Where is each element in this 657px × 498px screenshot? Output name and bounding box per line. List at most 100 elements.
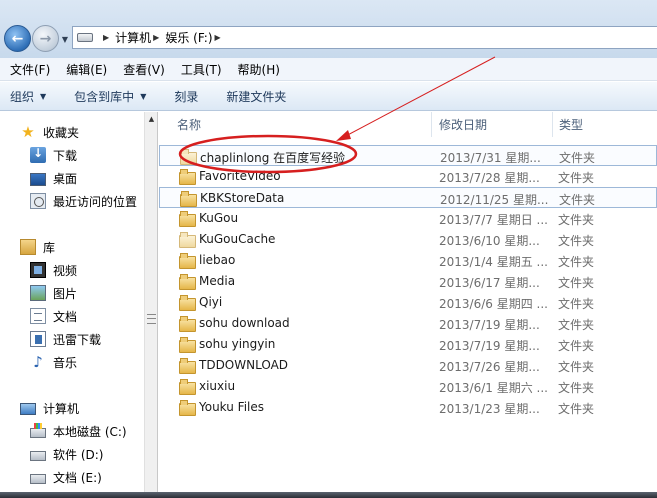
breadcrumb-chevron-icon[interactable]: ▶	[153, 33, 159, 42]
file-row[interactable]: xiuxiu 2013/6/1 星期六 ... 文件夹	[159, 376, 657, 397]
scroll-up-arrow-icon[interactable]: ▲	[146, 114, 157, 125]
file-type: 文件夹	[558, 234, 595, 248]
nav-computer[interactable]: 计算机	[20, 397, 79, 419]
drive-icon	[77, 33, 93, 42]
file-date: 2013/7/31 星期...	[440, 151, 541, 165]
nav-item-label: 迅雷下载	[53, 332, 102, 347]
folder-icon	[179, 274, 196, 290]
include-in-library-button[interactable]: 包含到库中 ▼	[74, 88, 146, 105]
system-drive-icon	[30, 423, 46, 438]
nav-item-drive-e[interactable]: 文档 (E:)	[30, 466, 102, 488]
folder-icon	[179, 211, 196, 227]
file-row[interactable]: KBKStoreData 2012/11/25 星期... 文件夹	[159, 187, 657, 208]
file-type: 文件夹	[558, 360, 595, 374]
breadcrumb-chevron-icon[interactable]: ▶	[103, 33, 109, 42]
file-date: 2013/7/19 星期...	[439, 318, 540, 332]
address-box[interactable]: ▶ 计算机 ▶ 娱乐 (F:) ▶	[72, 26, 657, 49]
folder-icon	[179, 253, 196, 269]
nav-item-drive-c[interactable]: 本地磁盘 (C:)	[30, 420, 127, 442]
organize-button[interactable]: 组织 ▼	[10, 88, 46, 105]
star-icon: ★	[21, 123, 35, 141]
file-name: FavoriteVideo	[199, 169, 281, 183]
back-arrow-icon[interactable]: ←	[4, 25, 31, 52]
recent-places-icon	[30, 193, 46, 209]
organize-label: 组织	[10, 89, 35, 104]
nav-item-desktop[interactable]: 桌面	[30, 167, 77, 189]
file-date: 2013/1/23 星期...	[439, 402, 540, 416]
file-type: 文件夹	[558, 339, 595, 353]
file-date: 2013/1/4 星期五 ...	[439, 255, 548, 269]
breadcrumb-computer[interactable]: 计算机	[115, 29, 151, 46]
file-row[interactable]: TDDOWNLOAD 2013/7/26 星期... 文件夹	[159, 355, 657, 376]
breadcrumb-chevron-icon[interactable]: ▶	[215, 33, 221, 42]
file-date: 2013/6/17 星期...	[439, 276, 540, 290]
chevron-down-icon: ▼	[140, 91, 147, 101]
menu-view[interactable]: 查看(V)	[117, 61, 171, 78]
pictures-icon	[30, 285, 46, 301]
file-row[interactable]: KuGouCache 2013/6/10 星期... 文件夹	[159, 229, 657, 250]
file-row[interactable]: sohu yingyin 2013/7/19 星期... 文件夹	[159, 334, 657, 355]
recent-pages-dropdown-icon[interactable]: ▼	[60, 33, 70, 45]
nav-item-label: 桌面	[53, 171, 78, 186]
nav-computer-label: 计算机	[43, 401, 80, 416]
file-type: 文件夹	[558, 297, 595, 311]
file-type: 文件夹	[558, 171, 595, 185]
navigation-pane-scrollbar[interactable]: ▲	[144, 112, 158, 492]
column-header-label: 类型	[559, 118, 584, 132]
folder-icon	[179, 400, 196, 416]
nav-libraries-label: 库	[43, 240, 56, 255]
file-list: 名称 修改日期 类型 chaplinlong 在百度写经验 2013/7/31 …	[159, 112, 657, 498]
nav-item-pictures[interactable]: 图片	[30, 282, 77, 304]
menu-help[interactable]: 帮助(H)	[232, 61, 286, 78]
file-row[interactable]: Youku Files 2013/1/23 星期... 文件夹	[159, 397, 657, 418]
menu-tools[interactable]: 工具(T)	[175, 61, 228, 78]
downloads-icon	[30, 146, 46, 163]
new-folder-button[interactable]: 新建文件夹	[226, 88, 286, 105]
file-date: 2013/7/19 星期...	[439, 339, 540, 353]
documents-icon	[30, 308, 46, 324]
nav-item-downloads[interactable]: 下载	[30, 144, 77, 166]
nav-item-label: 软件 (D:)	[53, 447, 104, 462]
desktop-icon	[30, 172, 46, 186]
file-name: KBKStoreData	[200, 191, 285, 205]
nav-item-videos[interactable]: 视频	[30, 259, 77, 281]
nav-item-thunder-downloads[interactable]: 迅雷下载	[30, 328, 101, 350]
nav-item-recent-places[interactable]: 最近访问的位置	[30, 190, 137, 212]
file-row[interactable]: sohu download 2013/7/19 星期... 文件夹	[159, 313, 657, 334]
burn-button[interactable]: 刻录	[174, 88, 198, 105]
nav-item-drive-d[interactable]: 软件 (D:)	[30, 443, 103, 465]
file-row[interactable]: KuGou 2013/7/7 星期日 ... 文件夹	[159, 208, 657, 229]
folder-icon	[180, 191, 197, 207]
nav-item-label: 本地磁盘 (C:)	[53, 424, 127, 439]
nav-item-label: 最近访问的位置	[53, 194, 138, 209]
file-row[interactable]: chaplinlong 在百度写经验 2013/7/31 星期... 文件夹	[159, 145, 657, 166]
file-name: TDDOWNLOAD	[199, 358, 289, 372]
folder-icon	[179, 316, 196, 332]
file-date: 2013/6/6 星期四 ...	[439, 297, 548, 311]
nav-favorites[interactable]: ★ 收藏夹	[20, 121, 79, 143]
menu-file[interactable]: 文件(F)	[4, 61, 56, 78]
menu-edit[interactable]: 编辑(E)	[60, 61, 113, 78]
file-name: liebao	[199, 253, 236, 267]
nav-item-documents[interactable]: 文档	[30, 305, 77, 327]
column-header-name[interactable]: 名称	[159, 112, 432, 137]
taskbar-edge	[0, 492, 657, 498]
file-type: 文件夹	[558, 381, 595, 395]
address-bar-region: ← → ▼ ▶ 计算机 ▶ 娱乐 (F:) ▶	[0, 0, 657, 58]
folder-icon	[179, 379, 196, 395]
scroll-grip-icon[interactable]	[147, 314, 156, 324]
videos-icon	[30, 262, 46, 278]
drive-icon	[30, 451, 46, 461]
forward-arrow-icon[interactable]: →	[32, 25, 59, 52]
breadcrumb-drive[interactable]: 娱乐 (F:)	[165, 29, 212, 46]
file-row[interactable]: Media 2013/6/17 星期... 文件夹	[159, 271, 657, 292]
file-row[interactable]: Qiyi 2013/6/6 星期四 ... 文件夹	[159, 292, 657, 313]
file-date: 2013/7/26 星期...	[439, 360, 540, 374]
file-row[interactable]: FavoriteVideo 2013/7/28 星期... 文件夹	[159, 166, 657, 187]
column-header-type[interactable]: 类型	[553, 112, 657, 137]
file-row[interactable]: liebao 2013/1/4 星期五 ... 文件夹	[159, 250, 657, 271]
column-header-date[interactable]: 修改日期	[433, 112, 553, 137]
nav-item-music[interactable]: ♪ 音乐	[30, 351, 77, 373]
file-type: 文件夹	[558, 276, 595, 290]
nav-libraries[interactable]: 库	[20, 236, 55, 258]
